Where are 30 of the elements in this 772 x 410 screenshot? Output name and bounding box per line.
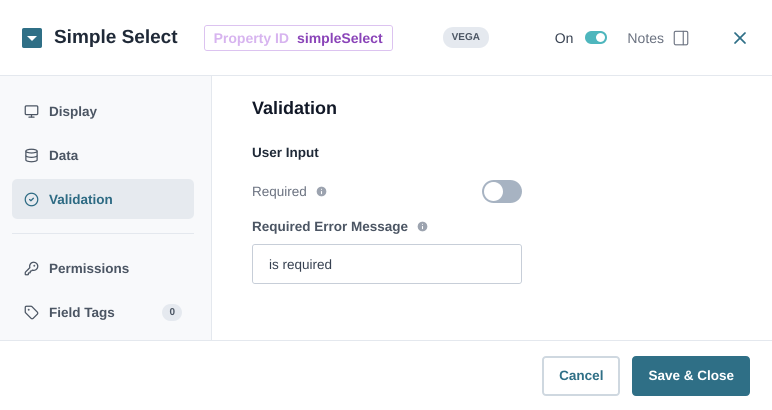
- section-title: Validation: [252, 98, 338, 119]
- cancel-button[interactable]: Cancel: [542, 356, 620, 396]
- sidebar-item[interactable]: Display: [12, 91, 194, 131]
- dropdown-logo-icon: [22, 28, 42, 48]
- field-title: Simple Select: [54, 26, 178, 48]
- subsection-title: User Input: [252, 145, 320, 160]
- sidebar-item[interactable]: Validation: [12, 179, 194, 219]
- sidebar-item[interactable]: Field Tags 0: [12, 292, 194, 332]
- required-toggle[interactable]: [482, 180, 522, 203]
- property-id-label: Property ID: [214, 30, 290, 46]
- error-message-field[interactable]: is required: [252, 244, 522, 284]
- database-icon: [24, 148, 39, 162]
- info-icon: [416, 220, 430, 233]
- notes-button[interactable]: Notes: [627, 28, 690, 46]
- on-label: On: [554, 30, 574, 46]
- save-button[interactable]: Save & Close: [632, 356, 750, 396]
- required-label: Required: [252, 184, 307, 199]
- tag-icon: [24, 304, 39, 320]
- key-icon: [24, 260, 39, 276]
- property-id-value: simpleSelect: [297, 30, 383, 46]
- check-circle-icon: [24, 192, 39, 206]
- sidebar-item[interactable]: Permissions: [12, 248, 194, 288]
- count-badge: 0: [162, 304, 182, 320]
- sidebar-item[interactable]: Data: [12, 135, 194, 175]
- info-icon: [314, 185, 328, 198]
- error-message-label: Required Error Message: [252, 219, 408, 234]
- vega-tag: VEGA: [442, 27, 489, 48]
- monitor-icon: [24, 104, 39, 118]
- panel-icon: [672, 28, 690, 46]
- on-toggle[interactable]: [585, 31, 608, 44]
